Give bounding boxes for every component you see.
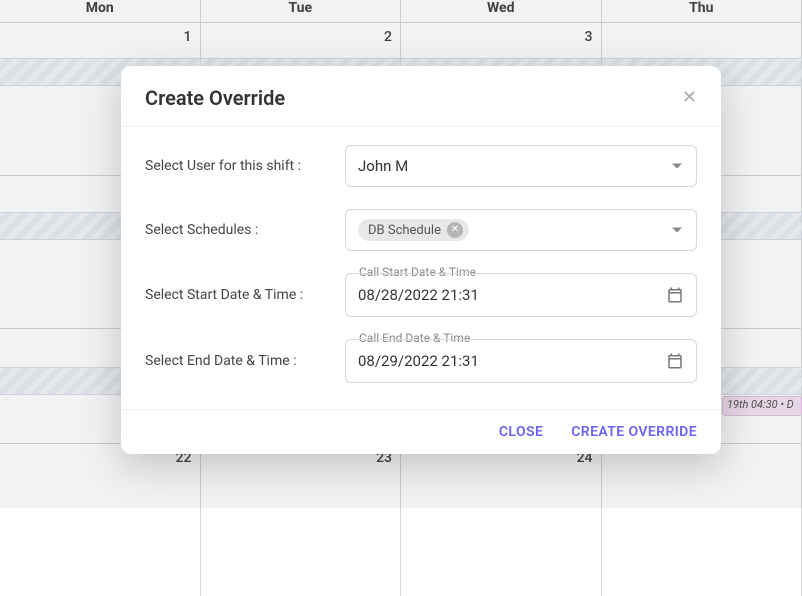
user-label: Select User for this shift : [145,158,345,174]
start-datetime-input[interactable]: 08/28/2022 21:31 [345,273,697,317]
chevron-down-icon [672,164,682,169]
form-row-start: Select Start Date & Time : Call Start Da… [145,273,697,317]
user-select-value: John M [358,157,408,175]
schedules-label: Select Schedules : [145,222,345,238]
modal-footer: CLOSE CREATE OVERRIDE [121,410,721,454]
remove-chip-icon[interactable]: ✕ [447,222,463,238]
start-datetime-value: 08/28/2022 21:31 [358,286,479,304]
start-label: Select Start Date & Time : [145,287,345,303]
modal-body: Select User for this shift : John M Sele… [121,126,721,410]
form-row-end: Select End Date & Time : Call End Date &… [145,339,697,383]
close-button[interactable]: CLOSE [499,424,543,440]
user-select[interactable]: John M [345,145,697,187]
calendar-icon[interactable] [666,352,684,370]
schedule-chip-label: DB Schedule [368,223,441,238]
end-datetime-wrap: Call End Date & Time 08/29/2022 21:31 [345,339,697,383]
end-datetime-input[interactable]: 08/29/2022 21:31 [345,339,697,383]
close-icon[interactable]: ✕ [682,89,697,107]
end-label: Select End Date & Time : [145,353,345,369]
form-row-user: Select User for this shift : John M [145,145,697,187]
calendar-icon[interactable] [666,286,684,304]
create-override-modal: Create Override ✕ Select User for this s… [121,66,721,454]
start-datetime-wrap: Call Start Date & Time 08/28/2022 21:31 [345,273,697,317]
form-row-schedules: Select Schedules : DB Schedule ✕ [145,209,697,251]
schedules-select[interactable]: DB Schedule ✕ [345,209,697,251]
modal-title: Create Override [145,86,285,110]
create-override-button[interactable]: CREATE OVERRIDE [571,424,697,440]
schedule-chip: DB Schedule ✕ [358,219,469,241]
chevron-down-icon [672,228,682,233]
end-datetime-value: 08/29/2022 21:31 [358,352,479,370]
modal-header: Create Override ✕ [121,66,721,126]
